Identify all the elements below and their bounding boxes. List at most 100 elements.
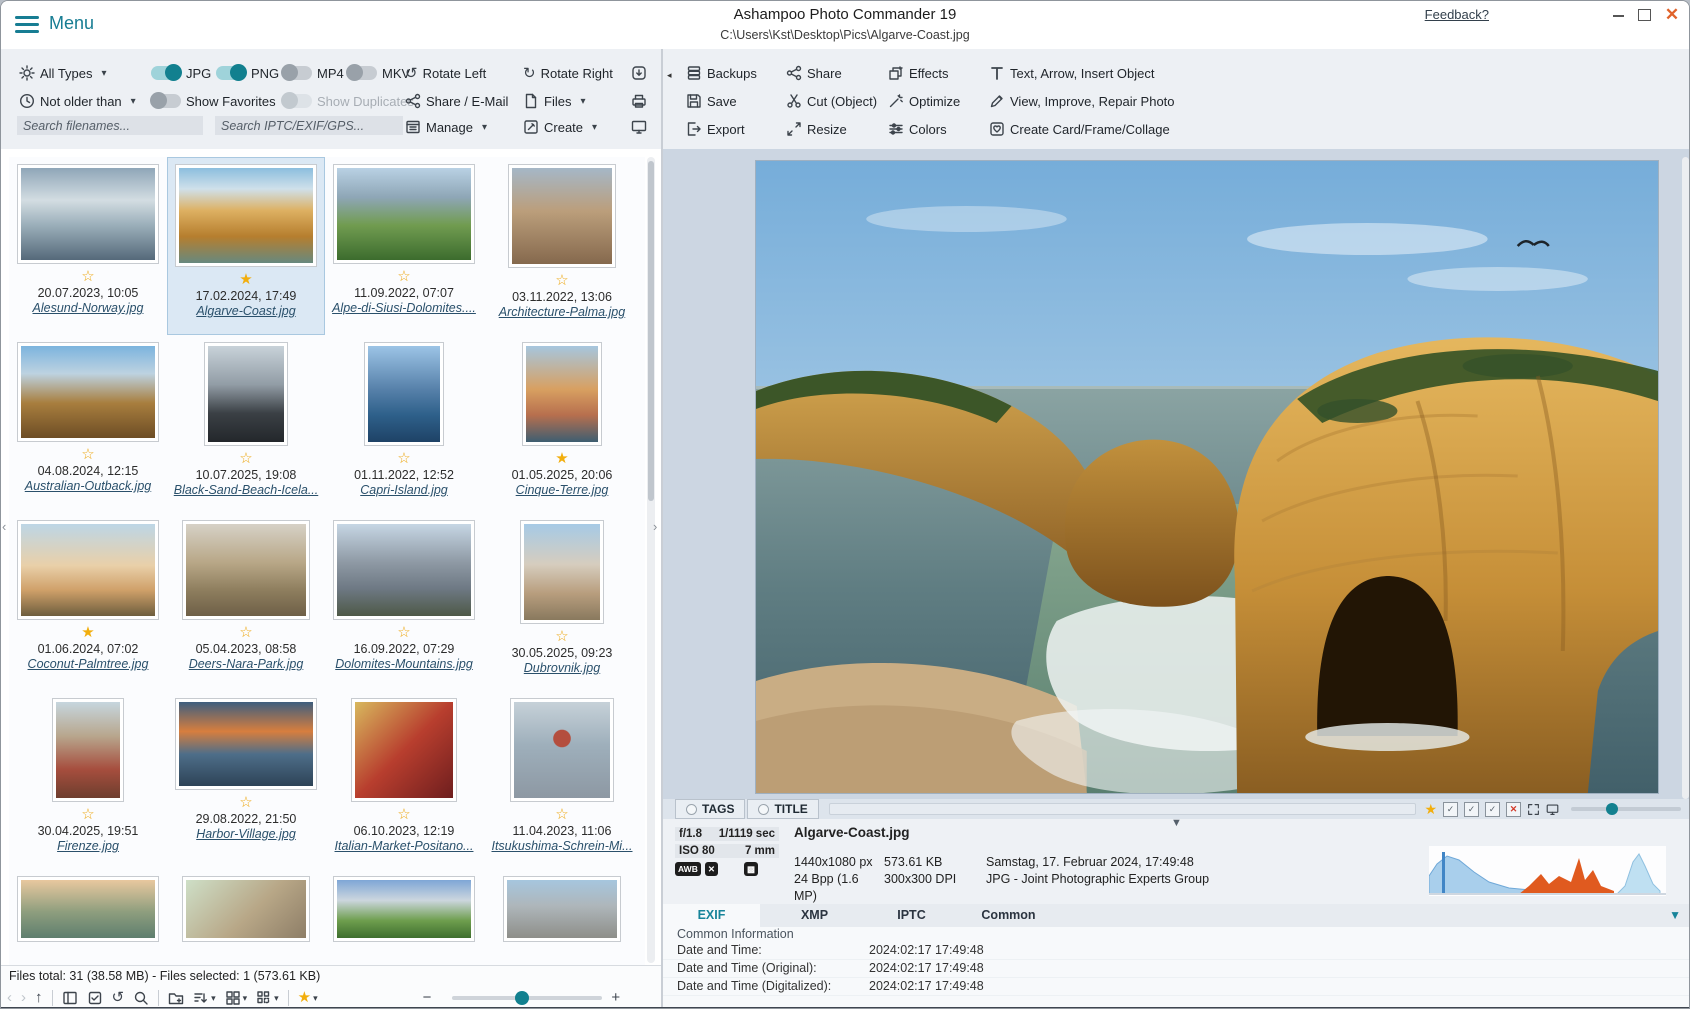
favorite-star-icon[interactable] <box>81 447 94 463</box>
fullscreen-button[interactable] <box>1527 803 1540 816</box>
effects-button[interactable]: Effects <box>888 61 949 85</box>
share-email-button[interactable]: Share / E-Mail <box>405 89 508 113</box>
show-duplicates-toggle[interactable]: Show Duplicates <box>282 89 414 113</box>
thumbnail-partial-3[interactable] <box>325 869 483 965</box>
create-dropdown[interactable]: Create <box>523 115 597 139</box>
favorite-star-icon[interactable] <box>239 625 252 641</box>
favorite-star-icon[interactable] <box>81 625 94 641</box>
thumbnail-alpe-di-siusi[interactable]: 11.09.2022, 07:07 Alpe-di-Siusi-Dolomite… <box>325 157 483 335</box>
thumbnail-filename[interactable]: Black-Sand-Beach-Icela... <box>174 483 319 497</box>
not-older-than-dropdown[interactable]: Not older than <box>19 89 136 113</box>
thumbnail-capri-island[interactable]: 01.11.2022, 12:52 Capri-Island.jpg <box>325 335 483 513</box>
zoom-out-button[interactable]: − <box>423 987 432 1009</box>
favorite-star-icon[interactable] <box>239 451 252 467</box>
refresh-button[interactable]: ↺ <box>112 987 125 1009</box>
view-improve-repair-button[interactable]: View, Improve, Repair Photo <box>989 89 1175 113</box>
toolbar-flyout-button[interactable]: ◂ <box>667 63 672 87</box>
expand-left-panel-chevron[interactable]: › <box>653 519 657 534</box>
share-button[interactable]: Share <box>786 61 842 85</box>
viewer-scrollbar[interactable] <box>1682 157 1689 799</box>
favorites-filter-button[interactable]: ★ <box>298 987 318 1009</box>
favorite-star-icon[interactable] <box>555 807 568 823</box>
favorite-star-icon[interactable] <box>397 269 410 285</box>
thumbnail-filename[interactable]: Deers-Nara-Park.jpg <box>189 657 304 671</box>
tab-title[interactable]: TITLE <box>747 799 818 819</box>
thumbnail-architecture-palma[interactable]: 03.11.2022, 13:06 Architecture-Palma.jpg <box>483 157 641 335</box>
favorite-star-icon[interactable] <box>397 451 410 467</box>
preview-zoom-slider[interactable] <box>1571 807 1681 811</box>
folder-up-button[interactable]: ↑ <box>35 987 43 1009</box>
thumbnail-filename[interactable]: Dubrovnik.jpg <box>524 661 600 675</box>
text-arrow-insert-button[interactable]: Text, Arrow, Insert Object <box>989 61 1155 85</box>
thumbnail-australian-outback[interactable]: 04.08.2024, 12:15 Australian-Outback.jpg <box>9 335 167 513</box>
favorite-star-icon[interactable] <box>555 451 568 467</box>
rotate-right-button[interactable]: ↻ Rotate Right <box>523 61 613 85</box>
mp4-filter-toggle[interactable]: MP4 <box>282 61 344 85</box>
scrollbar-thumb[interactable] <box>648 161 654 501</box>
thumbnail-scrollbar[interactable] <box>647 157 655 963</box>
resize-button[interactable]: Resize <box>786 117 847 141</box>
file-type-filter-dropdown[interactable]: All Types <box>19 61 107 85</box>
favorite-star-icon[interactable] <box>239 272 252 288</box>
favorite-star-icon[interactable] <box>81 269 94 285</box>
thumbnail-filename[interactable]: Australian-Outback.jpg <box>25 479 151 493</box>
thumbnail-zoom-slider[interactable] <box>452 996 602 1000</box>
thumbnail-partial-2[interactable] <box>167 869 325 965</box>
thumbnail-layout-button[interactable] <box>256 987 279 1009</box>
thumbnail-filename[interactable]: Itsukushima-Schrein-Mi... <box>491 839 632 853</box>
png-filter-toggle[interactable]: PNG <box>216 61 279 85</box>
manage-dropdown[interactable]: Manage <box>405 115 487 139</box>
photo-canvas[interactable] <box>756 161 1658 793</box>
cut-object-button[interactable]: Cut (Object) <box>786 89 877 113</box>
show-exif-toggle-button[interactable]: ✓ <box>1485 802 1500 817</box>
tab-xmp[interactable]: XMP <box>772 904 857 927</box>
show-histogram-toggle-button[interactable]: ✓ <box>1464 802 1479 817</box>
zoom-in-button[interactable]: + <box>611 987 620 1009</box>
thumbnail-filename[interactable]: Harbor-Village.jpg <box>196 827 296 841</box>
thumbnail-filename[interactable]: Capri-Island.jpg <box>360 483 448 497</box>
thumbnail-black-sand-beach[interactable]: 10.07.2025, 19:08 Black-Sand-Beach-Icela… <box>167 335 325 513</box>
pdf-export-button[interactable] <box>631 61 647 85</box>
search-iptc-exif-gps-input[interactable] <box>215 116 403 135</box>
tab-tags[interactable]: TAGS <box>675 799 745 819</box>
thumbnail-cinque-terre[interactable]: 01.05.2025, 20:06 Cinque-Terre.jpg <box>483 335 641 513</box>
selection-mode-button[interactable] <box>87 990 103 1006</box>
search-button[interactable] <box>133 990 149 1006</box>
create-card-frame-collage-button[interactable]: Create Card/Frame/Collage <box>989 117 1170 141</box>
favorite-star-button[interactable] <box>1424 801 1437 818</box>
feedback-link[interactable]: Feedback? <box>1425 7 1489 22</box>
print-button[interactable] <box>631 89 647 113</box>
export-button[interactable]: Export <box>686 117 745 141</box>
nav-forward-button[interactable]: › <box>21 987 26 1009</box>
sort-order-button[interactable] <box>193 987 216 1009</box>
favorite-star-icon[interactable] <box>555 273 568 289</box>
thumbnail-filename[interactable]: Coconut-Palmtree.jpg <box>28 657 149 671</box>
thumbnail-partial-1[interactable] <box>9 869 167 965</box>
slider-knob[interactable] <box>515 991 529 1005</box>
thumbnail-dubrovnik[interactable]: 30.05.2025, 09:23 Dubrovnik.jpg <box>483 513 641 691</box>
rotate-left-button[interactable]: ↺ Rotate Left <box>405 61 486 85</box>
jpg-filter-toggle[interactable]: JPG <box>151 61 211 85</box>
favorite-star-icon[interactable] <box>81 807 94 823</box>
thumbnail-filename[interactable]: Dolomites-Mountains.jpg <box>335 657 473 671</box>
mkv-filter-toggle[interactable]: MKV <box>347 61 410 85</box>
optimize-button[interactable]: Optimize <box>888 89 960 113</box>
thumbnail-dolomites-mountains[interactable]: 16.09.2022, 07:29 Dolomites-Mountains.jp… <box>325 513 483 691</box>
thumbnail-firenze[interactable]: 30.04.2025, 19:51 Firenze.jpg <box>9 691 167 869</box>
close-button[interactable]: ✕ <box>1663 7 1681 23</box>
thumbnail-filename[interactable]: Algarve-Coast.jpg <box>196 304 295 318</box>
thumbnail-itsukushima-schrein[interactable]: 11.04.2023, 11:06 Itsukushima-Schrein-Mi… <box>483 691 641 869</box>
backups-button[interactable]: Backups <box>686 61 757 85</box>
thumbnail-coconut-palmtree[interactable]: 01.06.2024, 07:02 Coconut-Palmtree.jpg <box>9 513 167 691</box>
thumbnail-filename[interactable]: Alesund-Norway.jpg <box>33 301 144 315</box>
thumbnail-algarve-coast[interactable]: 17.02.2024, 17:49 Algarve-Coast.jpg <box>167 157 325 335</box>
maximize-button[interactable] <box>1635 7 1653 23</box>
view-mode-button[interactable] <box>225 987 248 1009</box>
second-monitor-button[interactable] <box>1546 803 1559 816</box>
save-button[interactable]: Save <box>686 89 737 113</box>
thumbnail-deers-nara-park[interactable]: 05.04.2023, 08:58 Deers-Nara-Park.jpg <box>167 513 325 691</box>
favorite-star-icon[interactable] <box>397 625 410 641</box>
minimize-button[interactable] <box>1609 7 1627 23</box>
slider-knob[interactable] <box>1606 803 1618 815</box>
tab-exif[interactable]: EXIF <box>663 904 760 927</box>
